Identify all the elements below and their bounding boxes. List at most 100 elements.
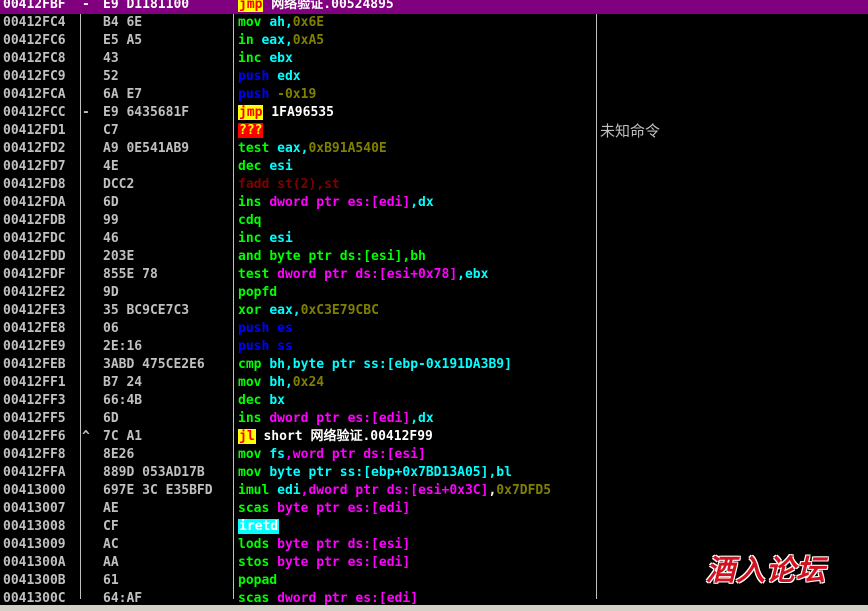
instruction-cell: fadd st(2),st xyxy=(238,176,596,194)
instruction-cell: mov byte ptr ss:[ebp+0x7BD13A05],bl xyxy=(238,464,596,482)
instruction-token: dword ptr es:[edi] xyxy=(269,195,411,210)
instruction-token: es xyxy=(277,321,293,336)
hex-bytes-cell: C7 xyxy=(103,123,119,138)
instruction-cell: push edx xyxy=(238,68,596,86)
instruction-token: byte ptr ds:[esi] xyxy=(269,249,403,264)
disasm-row[interactable]: 00412FE8 06 push es xyxy=(0,320,868,338)
disasm-row[interactable]: 00412FDF 855E 78 test dword ptr ds:[esi+0x… xyxy=(0,266,868,284)
address-cell: 00412FE8 xyxy=(3,321,66,336)
disasm-row[interactable]: 00412FD2 A9 0E541AB9 test eax,0xB91A540E xyxy=(0,140,868,158)
disasm-row[interactable]: 00413007 AE scas byte ptr es:[edi] xyxy=(0,500,868,518)
hex-bytes-cell: 6A E7 xyxy=(103,87,143,102)
hex-bytes-cell: E5 A5 xyxy=(103,33,143,48)
hex-bytes-cell: 52 xyxy=(103,69,119,84)
disasm-row[interactable]: 00412FE3 35 BC9CE7C3 xor eax,0xC3E79CBC xyxy=(0,302,868,320)
hex-bytes-cell: 697E 3C E35BFD xyxy=(103,483,213,498)
address-cell: 00412FDD xyxy=(3,249,66,264)
disasm-row[interactable]: 00412FF8 8E26 mov fs,word ptr ds:[esi] xyxy=(0,446,868,464)
comment-cell xyxy=(600,410,860,428)
disasm-row[interactable]: 00412FC8 43 inc ebx xyxy=(0,50,868,68)
jump-marker xyxy=(82,212,98,230)
instruction-token: jmp xyxy=(238,0,264,12)
jump-marker xyxy=(82,482,98,500)
disasm-row[interactable]: 00413008 CF iretd xyxy=(0,518,868,536)
address-cell: 00412FC8 xyxy=(3,51,66,66)
instruction-cell: ??? xyxy=(238,122,596,140)
instruction-cell: cmp bh,byte ptr ss:[ebp-0x191DA3B9] xyxy=(238,356,596,374)
instruction-token: and xyxy=(238,249,270,264)
instruction-token: bx xyxy=(269,393,285,408)
address-cell: 00412FF1 xyxy=(3,375,66,390)
disasm-row[interactable]: 00412FF3 66:4B dec bx xyxy=(0,392,868,410)
disasm-row[interactable]: 00412FCC - E9 6435681F jmp 1FA96535 xyxy=(0,104,868,122)
disasm-row[interactable]: 00412FD1 C7??? 未知命令 xyxy=(0,122,868,140)
disasm-row[interactable]: 00412FF6 ^ 7C A1 jl short 网络验证.00412F99 xyxy=(0,428,868,446)
disasm-row[interactable]: 00412FC6 E5 A5 in eax,0xA5 xyxy=(0,32,868,50)
disasm-row[interactable]: 00412FD7 4E dec esi xyxy=(0,158,868,176)
disasm-row[interactable]: 00412FDC 46 inc esi xyxy=(0,230,868,248)
address-cell: 00412FCC xyxy=(3,105,66,120)
comment-cell xyxy=(600,266,860,284)
jump-marker xyxy=(82,14,98,32)
hex-bytes-cell: 203E xyxy=(103,249,135,264)
disasm-row[interactable]: 00412FC4 B4 6E mov ah,0x6E xyxy=(0,14,868,32)
hex-bytes-cell: B7 24 xyxy=(103,375,143,390)
comment-cell xyxy=(600,68,860,86)
comment-cell xyxy=(600,230,860,248)
disasm-row[interactable]: 00412FDA 6D ins dword ptr es:[edi],dx xyxy=(0,194,868,212)
address-cell: 00412FF8 xyxy=(3,447,66,462)
instruction-token: eax xyxy=(261,33,285,48)
disasm-row[interactable]: 00412FDB 99 cdq xyxy=(0,212,868,230)
disasm-row[interactable]: 00412FD8 DCC2 fadd st(2),st xyxy=(0,176,868,194)
hex-bytes-cell: 46 xyxy=(103,231,119,246)
comment-cell xyxy=(600,302,860,320)
instruction-token: popad xyxy=(238,573,278,588)
disasm-row[interactable]: 00412FE2 9D popfd xyxy=(0,284,868,302)
jump-marker xyxy=(82,302,98,320)
instruction-token: ,ebx xyxy=(457,267,489,282)
disasm-row[interactable]: 00412FFA 889D 053AD17B mov byte ptr ss:[eb… xyxy=(0,464,868,482)
instruction-token: mov xyxy=(238,447,270,462)
jump-marker xyxy=(82,50,98,68)
instruction-token: cmp xyxy=(238,357,270,372)
disasm-row[interactable]: 00412FC9 52 push edx xyxy=(0,68,868,86)
instruction-cell: push -0x19 xyxy=(238,86,596,104)
disasm-row[interactable]: 00412FF1 B7 24 mov bh,0x24 xyxy=(0,374,868,392)
instruction-cell: and byte ptr ds:[esi],bh xyxy=(238,248,596,266)
disasm-row[interactable]: 00412FBF - E9 D1181100 jmp 网络验证.00524895 xyxy=(0,0,868,14)
jump-marker xyxy=(82,320,98,338)
disasm-row[interactable]: 00412FDD 203E and byte ptr ds:[esi],bh xyxy=(0,248,868,266)
comment-cell xyxy=(600,0,860,14)
disasm-row[interactable]: 00413000 697E 3C E35BFD imul edi,dword ptr… xyxy=(0,482,868,500)
instruction-token: scas xyxy=(238,501,278,516)
disasm-row[interactable]: 00412FF5 6D ins dword ptr es:[edi],dx xyxy=(0,410,868,428)
jump-marker xyxy=(82,86,98,104)
hex-bytes-cell: 99 xyxy=(103,213,119,228)
instruction-token: xor xyxy=(238,303,270,318)
address-cell: 00412FF6 xyxy=(3,429,66,444)
instruction-token: mov xyxy=(238,465,270,480)
comment-cell xyxy=(600,428,860,446)
instruction-token: jl xyxy=(238,429,256,444)
disassembly-view[interactable]: 00412FBF - E9 D1181100 jmp 网络验证.00524895 004… xyxy=(0,0,868,611)
disasm-row[interactable]: 00412FEB 3ABD 475CE2E6 cmp bh,byte ptr ss:… xyxy=(0,356,868,374)
comment-cell xyxy=(600,500,860,518)
instruction-token: ,bh xyxy=(402,249,426,264)
address-cell: 00412FD1 xyxy=(3,123,66,138)
hex-bytes-cell: AE xyxy=(103,501,119,516)
instruction-token: mov xyxy=(238,375,270,390)
instruction-token: push xyxy=(238,87,278,102)
comment-cell xyxy=(600,14,860,32)
instruction-token: eax xyxy=(277,141,301,156)
comment-cell xyxy=(600,338,860,356)
disasm-row[interactable]: 00412FE9 2E:16 push ss xyxy=(0,338,868,356)
address-cell: 00412FD7 xyxy=(3,159,66,174)
address-cell: 00412FE2 xyxy=(3,285,66,300)
address-cell: 00412FE9 xyxy=(3,339,66,354)
disasm-row[interactable]: 00412FCA 6A E7 push -0x19 xyxy=(0,86,868,104)
jump-marker: - xyxy=(82,105,90,120)
instruction-cell: test eax,0xB91A540E xyxy=(238,140,596,158)
jump-marker xyxy=(82,266,98,284)
hex-bytes-cell: 8E26 xyxy=(103,447,135,462)
instruction-cell: push es xyxy=(238,320,596,338)
